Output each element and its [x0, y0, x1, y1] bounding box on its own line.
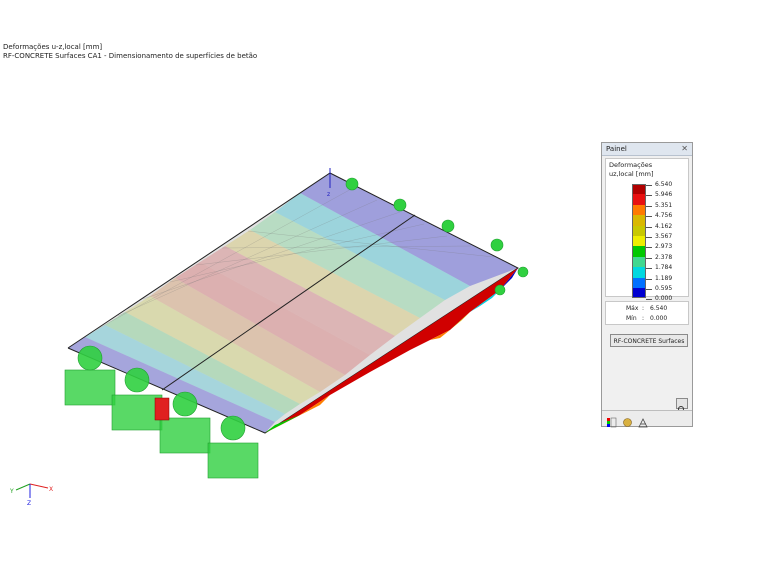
legend-swatch	[632, 267, 646, 278]
legend-swatch	[632, 225, 646, 236]
legend-swatch	[632, 184, 646, 195]
max-value: 6.540	[650, 305, 668, 312]
panel-titlebar[interactable]: Painel ✕	[602, 143, 692, 156]
legend-value: 2.378	[645, 253, 672, 263]
legend-value: 3.567	[645, 232, 672, 242]
legend-unit-label: uz,local [mm]	[609, 170, 654, 178]
zoom-icon[interactable]	[676, 398, 688, 414]
filter-icon[interactable]	[638, 413, 649, 428]
legend-swatch	[632, 287, 646, 299]
legend-swatch	[632, 215, 646, 226]
color-legend	[632, 184, 646, 299]
legend-section-label: Deformações	[609, 161, 653, 169]
support-highlight	[154, 397, 170, 421]
min-row: Mín:0.000	[626, 315, 667, 322]
rf-concrete-surfaces-button[interactable]: RF-CONCRETE Surfaces	[610, 334, 688, 347]
legend-value: 1.784	[645, 263, 672, 273]
legend-values: 6.540 5.946 5.351 4.756 4.162 3.567 2.973 2.378…	[645, 180, 672, 305]
max-row: Máx:6.540	[626, 305, 667, 312]
legend-swatch	[632, 235, 646, 247]
legend-box: Deformações uz,local [mm] 6.540 5.946 5.35…	[605, 158, 689, 302]
legend-value: 4.756	[645, 211, 672, 221]
legend-value: 1.189	[645, 274, 672, 284]
close-icon[interactable]: ✕	[681, 143, 688, 155]
panel-title: Painel	[606, 145, 627, 153]
axis-y-label: Y	[9, 488, 14, 495]
axes-icon: X Y Z	[9, 483, 53, 507]
max-label: Máx	[626, 305, 639, 312]
legend-value: 5.946	[645, 190, 672, 200]
values-icon[interactable]	[622, 413, 633, 427]
legend-value: 2.973	[645, 242, 672, 252]
local-z-label: z	[327, 191, 330, 198]
legend-value: 5.351	[645, 201, 672, 211]
axis-x-label: X	[49, 486, 53, 493]
min-label: Mín	[626, 315, 637, 322]
results-panel: Painel ✕ Deformações uz,local [mm] 6.540…	[601, 142, 693, 428]
legend-swatch	[632, 246, 646, 257]
legend-swatch	[632, 256, 646, 268]
legend-value: 6.540	[645, 180, 672, 190]
max-separator: :	[642, 305, 645, 312]
legend-swatch	[632, 204, 646, 216]
axis-z-label: Z	[27, 500, 31, 507]
min-value: 0.000	[650, 315, 668, 322]
legend-swatch	[632, 277, 646, 288]
max-min-box: Máx:6.540 Mín:0.000	[605, 301, 689, 325]
min-separator: :	[642, 315, 645, 322]
panel-footer	[602, 410, 692, 428]
legend-value: 4.162	[645, 222, 672, 232]
color-scale-icon[interactable]	[606, 413, 617, 428]
legend-swatch	[632, 194, 646, 205]
legend-value: 0.595	[645, 284, 672, 294]
